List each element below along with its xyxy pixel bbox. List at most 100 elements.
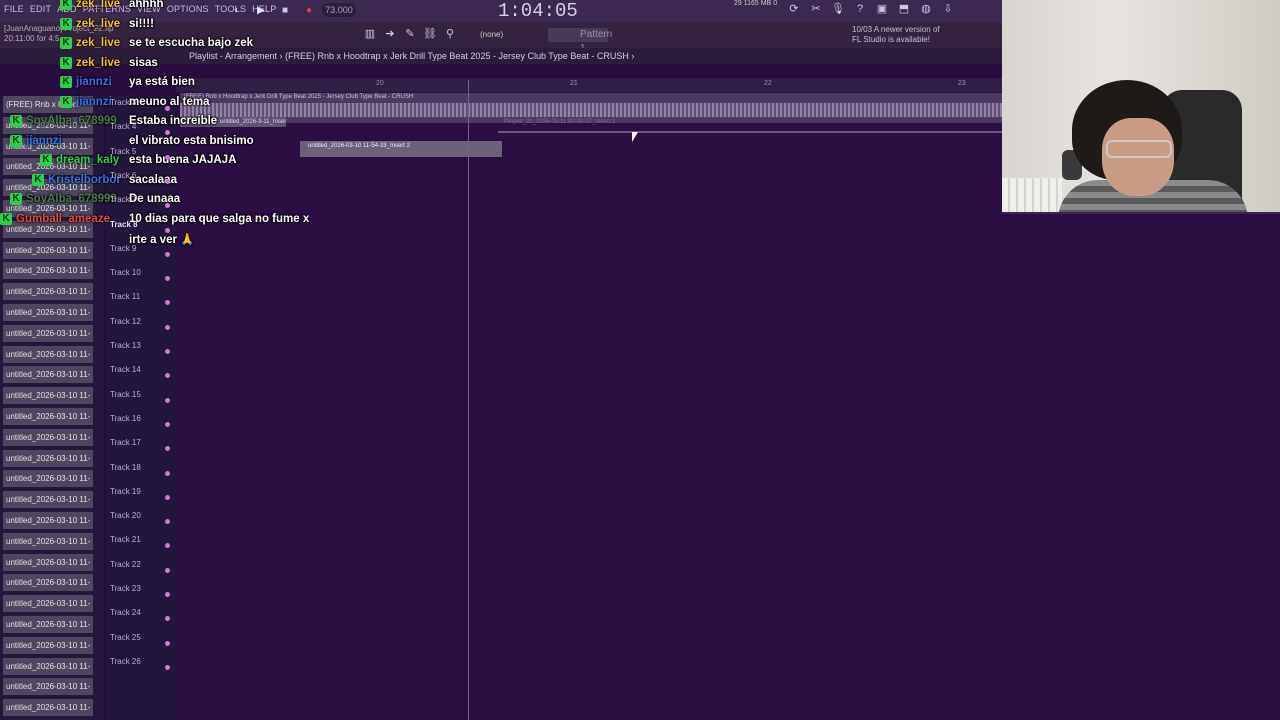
track-label[interactable]: Track 23 <box>110 584 141 593</box>
track-mute-dot[interactable] <box>165 227 170 233</box>
track-label[interactable]: Track 24 <box>110 608 141 617</box>
track-mute-dot[interactable] <box>165 349 170 354</box>
browser-item[interactable]: untitled_2026-03-10 11- <box>3 304 93 321</box>
track-label[interactable]: Track 16 <box>110 414 141 423</box>
stop-button[interactable]: ■ <box>276 2 294 18</box>
chat-message: Kzek_live si!!!! <box>60 17 154 30</box>
track-mute-dot[interactable] <box>165 664 170 670</box>
browser-item[interactable]: untitled_2026-03-10 11- <box>3 408 93 425</box>
chat-icon[interactable]: ◍ <box>918 1 934 17</box>
browser-item[interactable]: untitled_2026-03-10 11- <box>3 636 93 654</box>
track-mute-dot[interactable] <box>165 178 170 184</box>
track-label[interactable]: Track 15 <box>110 390 141 399</box>
track-mute-dot[interactable] <box>165 106 170 111</box>
mic-icon[interactable]: 🎙 <box>830 1 846 17</box>
update-notice[interactable]: 10/03 A newer version of FL Studio is av… <box>852 25 940 45</box>
record-button[interactable]: ● <box>300 2 318 18</box>
chat-message: Kzek_live se te escucha bajo zek <box>60 37 253 49</box>
menu-edit[interactable]: EDIT <box>30 4 51 14</box>
help-icon[interactable]: ? <box>852 1 868 17</box>
refresh-icon[interactable]: ⟳ <box>786 1 802 17</box>
cut-icon[interactable]: ✂ <box>808 1 824 17</box>
track-label[interactable]: Track 17 <box>110 438 141 447</box>
track-label[interactable]: Track 18 <box>110 463 141 472</box>
browser-item[interactable]: untitled_2026-03-10 11- <box>3 470 93 488</box>
track-label[interactable]: Track 9 <box>110 244 136 253</box>
track-mute-dot[interactable] <box>165 567 170 573</box>
track-label[interactable]: Track 14 <box>110 365 141 374</box>
browser-item[interactable]: untitled_2026-03-10 11- <box>3 699 93 717</box>
track-mute-dot[interactable] <box>165 324 170 330</box>
browser-item[interactable]: untitled_2026-03-10 11- <box>3 387 93 405</box>
track-label[interactable]: Track 25 <box>110 633 141 642</box>
toolbar-icons: ▥ ➜ ✎ ⛓ ⚲ <box>362 26 458 42</box>
browser-item[interactable]: untitled_2026-03-10 11- <box>3 241 93 259</box>
none-selector[interactable]: (none) <box>480 28 528 42</box>
pencil-icon[interactable]: ✎ <box>402 26 418 42</box>
browser-item[interactable]: untitled_2026-03-10 11- <box>3 428 93 446</box>
track-label[interactable]: Track 19 <box>110 487 141 496</box>
chat-message: K Gumball_ameaze 10 dias para que salga no… <box>0 212 309 225</box>
track-label[interactable]: Track 4 <box>110 122 136 131</box>
browser-item[interactable]: untitled_2026-03-10 11- <box>3 678 93 696</box>
play-button[interactable]: ▶ <box>252 2 270 18</box>
track-mute-dot[interactable] <box>165 251 170 257</box>
browser-item[interactable]: untitled_2026-03-10 11- <box>3 657 93 675</box>
track-label[interactable]: Track 3 <box>110 98 136 107</box>
track-label[interactable]: Track 13 <box>110 341 141 350</box>
menu-file[interactable]: FILE <box>4 4 24 14</box>
track-mute-dot[interactable] <box>165 592 170 597</box>
track-label[interactable]: Track 11 <box>110 292 140 301</box>
tempo-display[interactable]: 73.000 <box>322 3 356 17</box>
browser-item[interactable]: untitled_2026-03-10 11- <box>3 449 93 467</box>
browser-item[interactable]: untitled_2026-03-10 11- <box>3 532 93 550</box>
track-label[interactable]: Track 21 <box>110 535 141 544</box>
track-label[interactable]: Track 12 <box>110 317 141 326</box>
plugin-icon[interactable]: ⬒ <box>896 1 912 17</box>
browser-item[interactable]: untitled_2026-03-10 11- <box>3 616 93 633</box>
menu-options[interactable]: OPTIONS <box>167 4 209 14</box>
browser-item[interactable]: untitled_2026-03-10 11- <box>3 574 93 592</box>
browser-panel: (FREE) Rnb x Hoodt untitled_2026-03-10 11… <box>0 96 104 720</box>
playhead[interactable] <box>468 80 469 720</box>
piano-icon[interactable]: ▥ <box>362 26 378 42</box>
chat-message: K SoyAlba_678999 De unaaa <box>10 193 180 205</box>
track-mute-dot[interactable] <box>165 470 170 476</box>
track-mute-dot[interactable] <box>165 397 170 403</box>
audio-clip[interactable]: untitled_2026-03-10 11-54-33_Insert 2 <box>300 141 502 157</box>
memory-zero: 0 <box>773 0 778 7</box>
browser-item[interactable]: untitled_2026-03-10 11- <box>3 283 93 301</box>
webcam-border <box>1002 212 1280 214</box>
chat-text: ya está bien <box>129 76 195 88</box>
track-label[interactable]: Track 10 <box>110 268 141 277</box>
track-label[interactable]: Track 7 <box>110 195 136 204</box>
track-mute-dot[interactable] <box>165 640 170 646</box>
track-label[interactable]: Track 20 <box>110 511 141 520</box>
track-label[interactable]: Track 6 <box>110 171 136 180</box>
audio-clip-muted[interactable]: Project_22_2026-03-11 00-00-27_Insert 2 <box>494 117 1002 127</box>
track-mute-dot[interactable] <box>165 154 170 160</box>
track-mute-dot[interactable] <box>165 494 170 500</box>
pattern-selector[interactable]: Pattern 1 <box>548 28 612 54</box>
browser-item[interactable]: untitled_2026-03-10 11- <box>3 366 93 384</box>
track-label[interactable]: Track 5 <box>110 147 136 156</box>
browser-item[interactable]: untitled_2026-03-10 11- <box>3 512 93 529</box>
browser-item[interactable]: untitled_2026-03-10 11- <box>3 324 93 342</box>
track-label[interactable]: Track 8 <box>110 220 138 229</box>
browser-item[interactable]: untitled_2026-03-10 11- <box>3 553 93 571</box>
track-mute-dot[interactable] <box>165 421 170 427</box>
browser-item[interactable]: untitled_2026-03-10 11- <box>3 345 93 363</box>
browser-item[interactable]: untitled_2026-03-10 11- <box>3 262 93 280</box>
stamp-icon[interactable]: ⚲ <box>442 26 458 42</box>
browser-item[interactable]: untitled_2026-03-10 11- <box>3 491 93 509</box>
track-label[interactable]: Track 22 <box>110 560 141 569</box>
pat-song-toggle[interactable]: ◐ <box>228 2 246 18</box>
save-icon[interactable]: ▣ <box>874 1 890 17</box>
arrow-icon[interactable]: ➜ <box>382 26 398 42</box>
track-label[interactable]: Track 26 <box>110 657 141 666</box>
timeline-ruler[interactable] <box>176 78 1002 92</box>
browser-item[interactable]: untitled_2026-03-10 11- <box>3 595 93 613</box>
download-icon[interactable]: ⇩ <box>940 1 956 17</box>
update-notice-line2: FL Studio is available! <box>852 35 930 44</box>
link-icon[interactable]: ⛓ <box>422 26 438 42</box>
